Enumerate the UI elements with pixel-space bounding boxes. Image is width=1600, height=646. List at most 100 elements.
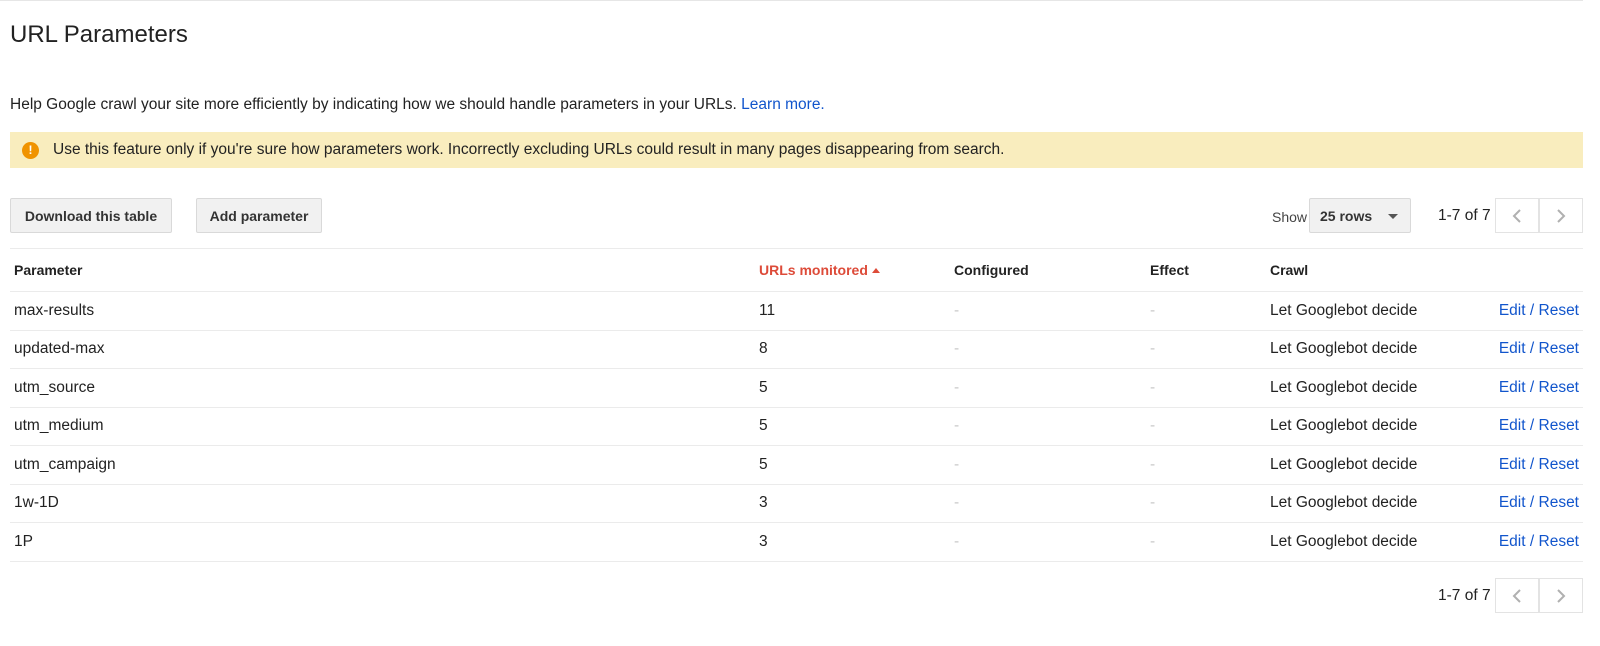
show-label: Show (1272, 209, 1308, 225)
header-parameter[interactable]: Parameter (10, 249, 755, 292)
edit-link[interactable]: Edit (1499, 379, 1526, 396)
cell-urls-monitored: 5 (755, 368, 950, 408)
cell-parameter: utm_source (10, 368, 755, 408)
rows-per-page-value: 25 rows (1320, 207, 1373, 224)
caret-down-icon (1388, 214, 1398, 219)
page-title: URL Parameters (10, 21, 188, 48)
rows-per-page-select[interactable]: 25 rows (1309, 198, 1411, 233)
warning-text: Use this feature only if you're sure how… (53, 141, 1005, 158)
cell-urls-monitored: 3 (755, 484, 950, 523)
prev-page-button[interactable] (1495, 198, 1539, 233)
sort-ascending-icon (871, 268, 880, 273)
reset-link[interactable]: Reset (1539, 379, 1580, 396)
cell-configured: - (950, 368, 1146, 408)
action-separator: / (1529, 494, 1535, 512)
cell-parameter: utm_campaign (10, 445, 755, 485)
header-effect[interactable]: Effect (1146, 249, 1266, 292)
warning-banner: ! Use this feature only if you're sure h… (10, 132, 1583, 168)
cell-configured: - (950, 445, 1146, 485)
header-urls-monitored-label: URLs monitored (759, 262, 868, 278)
reset-link[interactable]: Reset (1539, 340, 1580, 357)
header-crawl[interactable]: Crawl (1266, 249, 1488, 292)
edit-link[interactable]: Edit (1499, 494, 1526, 511)
cell-urls-monitored: 5 (755, 407, 950, 446)
cell-actions: Edit / Reset (1488, 445, 1583, 485)
cell-crawl: Let Googlebot decide (1266, 291, 1488, 331)
cell-crawl: Let Googlebot decide (1266, 445, 1488, 485)
action-separator: / (1529, 378, 1535, 396)
cell-configured: - (950, 291, 1146, 331)
cell-parameter: 1P (10, 522, 755, 562)
reset-link[interactable]: Reset (1539, 302, 1580, 319)
cell-actions: Edit / Reset (1488, 484, 1583, 523)
reset-link[interactable]: Reset (1539, 417, 1580, 434)
action-separator: / (1529, 455, 1535, 473)
footer-prev-page-button[interactable] (1495, 578, 1539, 613)
action-separator: / (1529, 532, 1535, 550)
help-description: Help Google crawl your site more efficie… (10, 96, 737, 113)
edit-link[interactable]: Edit (1499, 340, 1526, 357)
header-urls-monitored[interactable]: URLs monitored (755, 249, 950, 292)
cell-actions: Edit / Reset (1488, 291, 1583, 331)
reset-link[interactable]: Reset (1539, 533, 1580, 550)
cell-effect: - (1146, 407, 1266, 446)
cell-configured: - (950, 522, 1146, 562)
edit-link[interactable]: Edit (1499, 302, 1526, 319)
action-separator: / (1529, 340, 1535, 358)
cell-urls-monitored: 3 (755, 522, 950, 562)
action-separator: / (1529, 301, 1535, 319)
warning-circle-icon: ! (22, 141, 39, 159)
table-row: utm_medium 5 - - Let Googlebot decide Ed… (10, 407, 1583, 446)
cell-parameter: utm_medium (10, 407, 755, 446)
table-row: updated-max 8 - - Let Googlebot decide E… (10, 330, 1583, 369)
cell-crawl: Let Googlebot decide (1266, 330, 1488, 369)
cell-actions: Edit / Reset (1488, 407, 1583, 446)
action-separator: / (1529, 417, 1535, 435)
cell-effect: - (1146, 368, 1266, 408)
table-row: utm_source 5 - - Let Googlebot decide Ed… (10, 368, 1583, 408)
cell-actions: Edit / Reset (1488, 522, 1583, 562)
cell-effect: - (1146, 291, 1266, 331)
table-row: max-results 11 - - Let Googlebot decide … (10, 291, 1583, 331)
cell-parameter: max-results (10, 291, 755, 331)
pagination-count: 1-7 of 7 (1438, 207, 1491, 224)
cell-configured: - (950, 484, 1146, 523)
table-row: utm_campaign 5 - - Let Googlebot decide … (10, 445, 1583, 485)
footer-pagination-count: 1-7 of 7 (1438, 587, 1491, 604)
add-parameter-button[interactable]: Add parameter (196, 198, 322, 233)
next-page-button[interactable] (1539, 198, 1583, 233)
cell-crawl: Let Googlebot decide (1266, 368, 1488, 408)
chevron-right-icon (1557, 588, 1566, 603)
cell-parameter: 1w-1D (10, 484, 755, 523)
reset-link[interactable]: Reset (1539, 456, 1580, 473)
table-row: 1P 3 - - Let Googlebot decide Edit / Res… (10, 522, 1583, 562)
reset-link[interactable]: Reset (1539, 494, 1580, 511)
top-divider (0, 0, 1583, 1)
header-actions (1488, 249, 1583, 292)
learn-more-link[interactable]: Learn more. (741, 96, 825, 113)
cell-configured: - (950, 330, 1146, 369)
download-table-button[interactable]: Download this table (10, 198, 172, 233)
cell-crawl: Let Googlebot decide (1266, 522, 1488, 562)
edit-link[interactable]: Edit (1499, 456, 1526, 473)
parameters-table: Parameter URLs monitored Configured Effe… (10, 249, 1583, 562)
cell-effect: - (1146, 330, 1266, 369)
cell-crawl: Let Googlebot decide (1266, 407, 1488, 446)
chevron-left-icon (1512, 588, 1521, 603)
footer-next-page-button[interactable] (1539, 578, 1583, 613)
table-row: 1w-1D 3 - - Let Googlebot decide Edit / … (10, 484, 1583, 523)
edit-link[interactable]: Edit (1499, 533, 1526, 550)
cell-configured: - (950, 407, 1146, 446)
cell-urls-monitored: 8 (755, 330, 950, 369)
cell-effect: - (1146, 522, 1266, 562)
cell-crawl: Let Googlebot decide (1266, 484, 1488, 523)
cell-effect: - (1146, 484, 1266, 523)
edit-link[interactable]: Edit (1499, 417, 1526, 434)
help-text: Help Google crawl your site more efficie… (10, 96, 825, 114)
cell-parameter: updated-max (10, 330, 755, 369)
chevron-right-icon (1557, 208, 1566, 223)
cell-effect: - (1146, 445, 1266, 485)
cell-urls-monitored: 5 (755, 445, 950, 485)
header-configured[interactable]: Configured (950, 249, 1146, 292)
cell-urls-monitored: 11 (755, 291, 950, 331)
